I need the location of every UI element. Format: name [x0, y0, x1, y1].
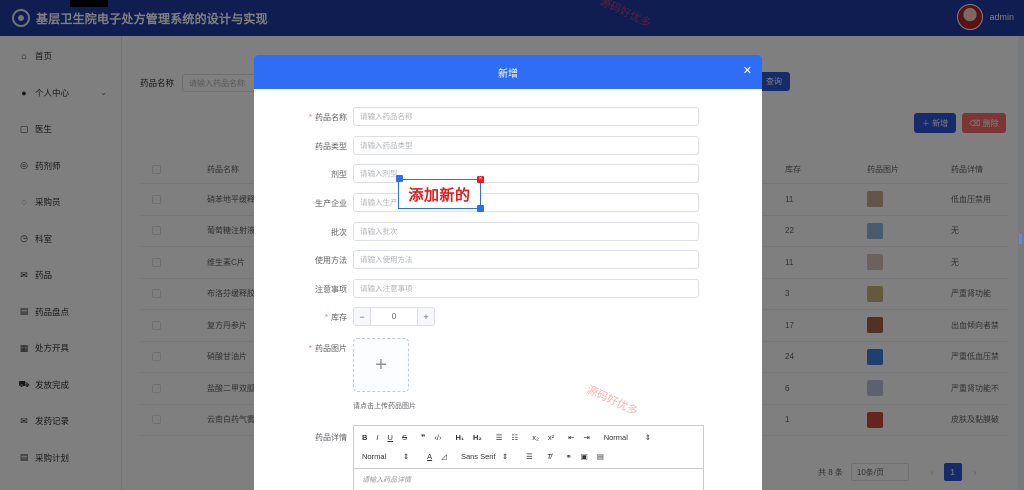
stock-stepper: − 0 +: [353, 307, 435, 326]
rotate-handle-icon[interactable]: [396, 175, 403, 182]
header-select[interactable]: Normal ⇕: [604, 433, 651, 442]
plus-icon: +: [375, 353, 387, 376]
sticker-text: 添加新的: [408, 185, 471, 204]
editor-toolbar-row-2: Normal ⇕ A ◿ Sans Serif ⇕ ☰ T̸ ⚭ ▣ ▤: [354, 448, 703, 464]
font-select[interactable]: Sans Serif ⇕: [461, 452, 508, 461]
select-arrows-icon: ⇕: [402, 451, 410, 461]
upload-tip: 请点击上传药品图片: [353, 403, 416, 410]
editor-content[interactable]: 请输入药品详情: [354, 468, 703, 490]
image-icon[interactable]: ▣: [581, 452, 588, 461]
stock-value[interactable]: 0: [371, 308, 417, 325]
required-mark: *: [324, 312, 328, 322]
background-color-icon[interactable]: ◿: [441, 452, 447, 461]
subscript-icon[interactable]: x₂: [532, 433, 539, 442]
required-mark: *: [308, 343, 312, 353]
underline-icon[interactable]: U: [388, 433, 393, 442]
header1-icon[interactable]: H₁: [455, 433, 464, 442]
sticker-close-icon[interactable]: ×: [477, 176, 484, 183]
rich-text-editor: B I U S ❞ ‹/› H₁ H₂ ☰ ☷ x₂ x² ⇤ ⇥ Normal…: [353, 425, 704, 490]
scrollbar[interactable]: [1019, 234, 1022, 244]
dialog-header: 新增 ✕: [254, 55, 762, 89]
form-row-stock: * 库存 − 0 +: [254, 307, 762, 327]
precautions-input[interactable]: 请输入注意事项: [353, 279, 699, 298]
ordered-list-icon[interactable]: ☰: [496, 433, 503, 442]
code-icon[interactable]: ‹/›: [434, 433, 441, 442]
outdent-icon[interactable]: ⇤: [568, 433, 574, 442]
quote-icon[interactable]: ❞: [421, 433, 425, 442]
superscript-icon[interactable]: x²: [548, 433, 554, 442]
video-icon[interactable]: ▤: [597, 452, 604, 461]
align-icon[interactable]: ☰: [526, 452, 533, 461]
indent-icon[interactable]: ⇥: [583, 433, 589, 442]
resize-handle-icon[interactable]: [477, 205, 484, 212]
form-row-precautions: 注意事项 请输入注意事项: [254, 279, 762, 299]
editor-toolbar-row-1: B I U S ❞ ‹/› H₁ H₂ ☰ ☷ x₂ x² ⇤ ⇥ Normal…: [354, 429, 703, 445]
form-row-image: * 药品图片: [308, 343, 347, 353]
form-row-batch: 批次 请输入批次: [254, 222, 762, 242]
decrement-button[interactable]: −: [354, 308, 371, 325]
image-uploader[interactable]: +: [353, 338, 409, 392]
select-arrows-icon: ⇕: [501, 451, 509, 461]
size-select[interactable]: Normal ⇕: [362, 452, 409, 461]
link-icon[interactable]: ⚭: [565, 452, 571, 461]
form-row-name: * 药品名称 请输入药品名称: [254, 107, 762, 127]
bullet-list-icon[interactable]: ☷: [511, 433, 518, 442]
strike-icon[interactable]: S: [402, 433, 407, 442]
required-mark: *: [308, 112, 312, 122]
dialog-title: 新增: [498, 68, 518, 80]
bold-icon[interactable]: B: [362, 433, 367, 442]
select-arrows-icon: ⇕: [644, 432, 651, 442]
medicine-type-input[interactable]: 请输入药品类型: [353, 136, 699, 155]
form-row-dosage: 剂型 请输入剂型: [254, 164, 762, 184]
close-icon[interactable]: ✕: [743, 64, 752, 77]
batch-input[interactable]: 请输入批次: [353, 222, 699, 241]
increment-button[interactable]: +: [417, 308, 434, 325]
text-sticker[interactable]: × 添加新的: [396, 175, 484, 212]
form-row-usage: 使用方法 请输入使用方法: [254, 250, 762, 270]
form-row-manufacturer: 生产企业 请输入生产企业: [254, 193, 762, 213]
add-dialog: 新增 ✕ * 药品名称 请输入药品名称 药品类型 请输入药品类型 剂型 请输入剂型…: [254, 55, 762, 490]
clear-format-icon[interactable]: T̸: [547, 452, 552, 461]
medicine-name-input[interactable]: 请输入药品名称: [353, 107, 699, 126]
usage-input[interactable]: 请输入使用方法: [353, 250, 699, 269]
italic-icon[interactable]: I: [376, 433, 378, 442]
font-color-icon[interactable]: A: [427, 452, 432, 461]
header2-icon[interactable]: H₂: [473, 433, 482, 442]
form-row-type: 药品类型 请输入药品类型: [254, 136, 762, 156]
